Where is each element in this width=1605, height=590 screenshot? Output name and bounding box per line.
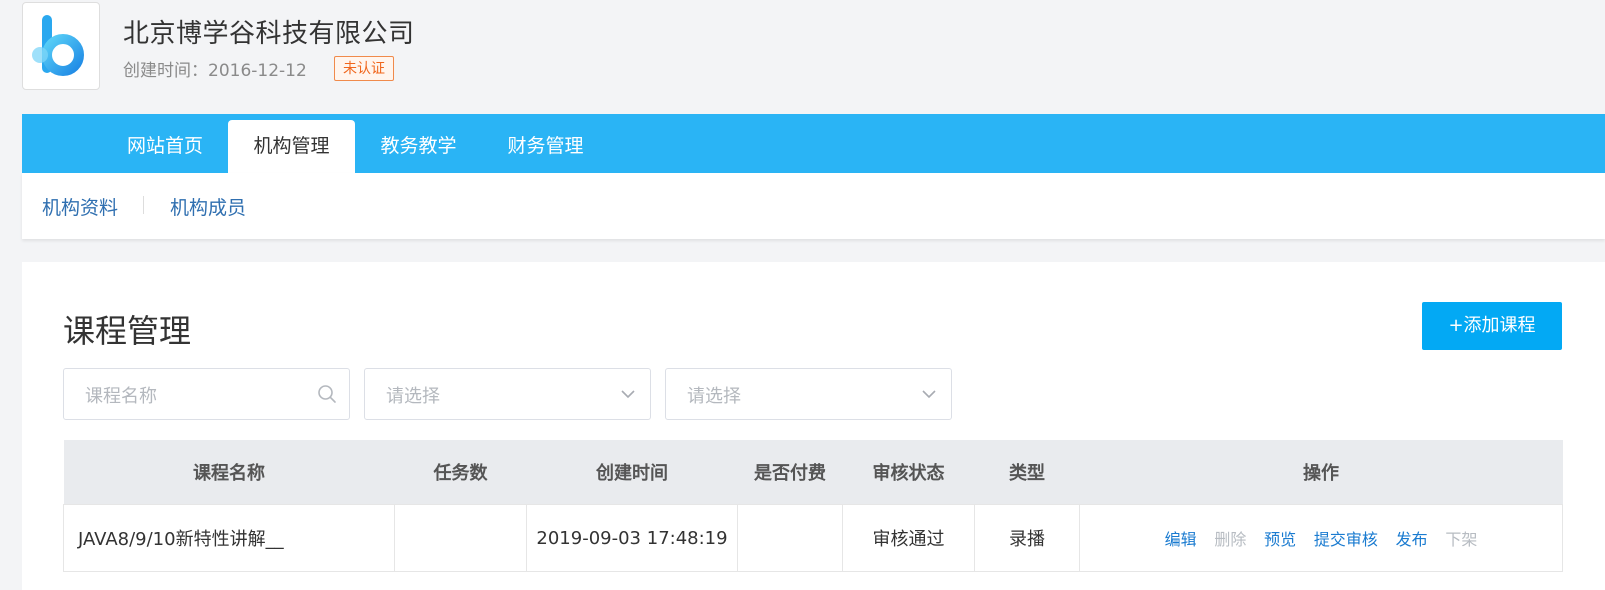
column-header: 课程名称: [63, 440, 395, 505]
select-placeholder: 请选择: [687, 386, 741, 407]
select-placeholder: 请选择: [386, 386, 440, 407]
created-value: 2016-12-12: [208, 61, 307, 81]
search-icon[interactable]: [317, 384, 337, 408]
column-header: 创建时间: [526, 440, 738, 505]
column-header: 任务数: [394, 440, 527, 505]
tab-teaching[interactable]: 教务教学: [355, 120, 482, 173]
submit-review-link[interactable]: 提交审核: [1314, 526, 1378, 550]
org-name: 北京博学谷科技有限公司: [123, 19, 415, 49]
org-logo: [22, 2, 100, 90]
column-header: 是否付费: [737, 440, 843, 505]
filter-select-2[interactable]: 请选择: [665, 368, 952, 420]
boxuegu-logo-icon: [32, 15, 84, 76]
org-header: 北京博学谷科技有限公司 创建时间：2016-12-12 未认证: [0, 0, 1605, 112]
actions-cell: 编辑 删除 预览 提交审核 发布 下架: [1079, 504, 1563, 572]
created-time-cell: 2019-09-03 17:48:19: [526, 504, 738, 572]
column-header: 审核状态: [842, 440, 975, 505]
column-header: 类型: [974, 440, 1080, 505]
delete-link[interactable]: 删除: [1214, 526, 1246, 550]
course-name-cell: JAVA8/9/10新特性讲解__: [63, 504, 395, 572]
tab-home[interactable]: 网站首页: [101, 120, 229, 173]
tab-finance[interactable]: 财务管理: [482, 120, 609, 173]
paid-cell: [737, 504, 843, 572]
created-label: 创建时间：: [123, 61, 208, 81]
course-table: 课程名称 任务数 创建时间 是否付费 审核状态 类型 操作 JAVA8/9/10…: [63, 440, 1563, 572]
subnav-org-profile[interactable]: 机构资料: [42, 193, 118, 220]
search-placeholder: 课程名称: [85, 386, 157, 407]
column-header: 操作: [1079, 440, 1563, 505]
subnav-divider: [143, 196, 144, 214]
edit-link[interactable]: 编辑: [1165, 526, 1197, 550]
chevron-down-icon: [919, 384, 939, 408]
course-name-search-input[interactable]: 课程名称: [63, 368, 350, 420]
main-nav: 网站首页 机构管理 教务教学 财务管理: [22, 114, 1605, 173]
course-management-panel: 课程管理 +添加课程 课程名称 请选择 请选择 课程名称 任务数 创建时间 是否…: [22, 262, 1605, 590]
preview-link[interactable]: 预览: [1264, 526, 1296, 550]
table-row: JAVA8/9/10新特性讲解__ 2019-09-03 17:48:19 审核…: [63, 504, 1563, 572]
task-count-cell: [394, 504, 527, 572]
certification-badge: 未认证: [334, 56, 394, 81]
add-course-button[interactable]: +添加课程: [1422, 302, 1562, 350]
tab-org-management[interactable]: 机构管理: [228, 120, 355, 173]
page-title: 课程管理: [63, 312, 192, 350]
unpublish-link[interactable]: 下架: [1445, 526, 1477, 550]
subnav-org-members[interactable]: 机构成员: [170, 193, 246, 220]
table-header-row: 课程名称 任务数 创建时间 是否付费 审核状态 类型 操作: [63, 440, 1563, 505]
filter-select-1[interactable]: 请选择: [364, 368, 651, 420]
chevron-down-icon: [618, 384, 638, 408]
review-status-cell: 审核通过: [842, 504, 975, 572]
sub-nav: 机构资料 机构成员: [22, 173, 1605, 239]
publish-link[interactable]: 发布: [1396, 526, 1428, 550]
created-date: 创建时间：2016-12-12: [123, 56, 307, 81]
course-type-cell: 录播: [974, 504, 1080, 572]
